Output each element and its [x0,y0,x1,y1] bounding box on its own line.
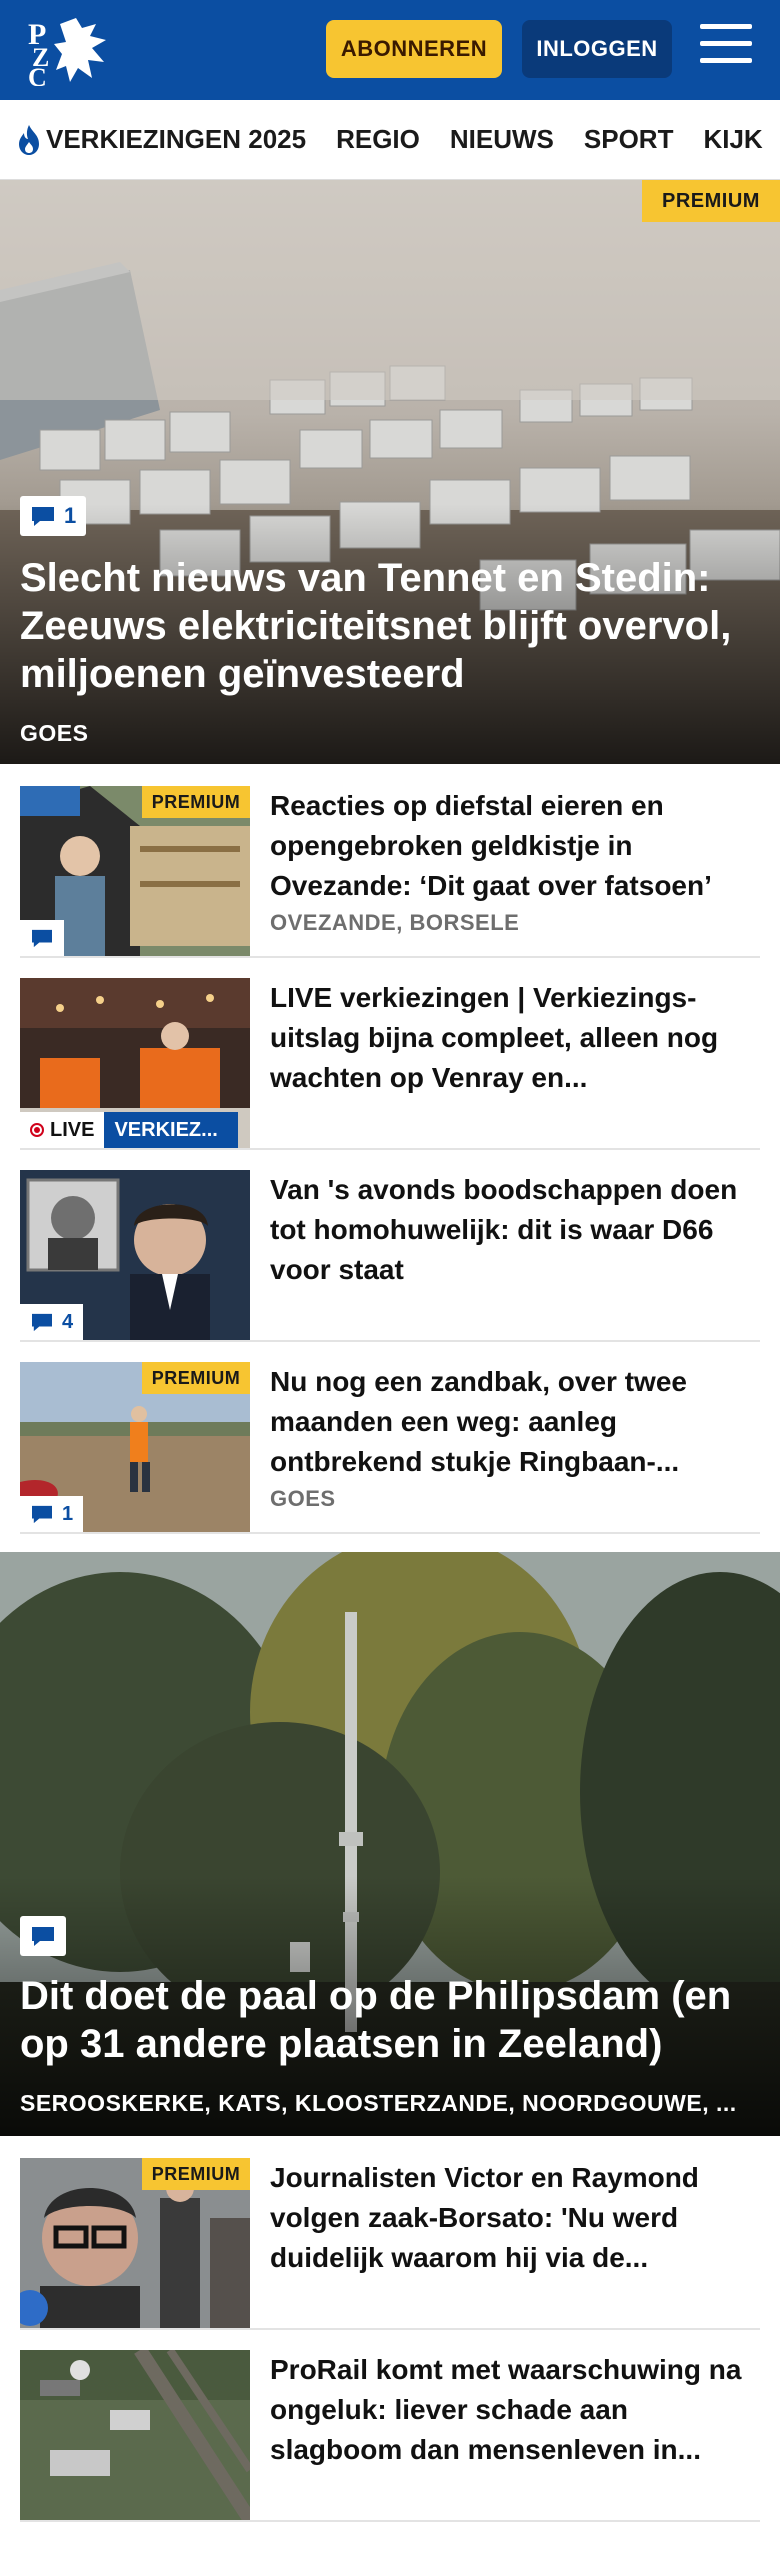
live-dot-icon [30,1123,44,1137]
hero-location: GOES [20,720,89,746]
article-title[interactable]: Reacties op diefstal eieren en opengebro… [270,786,760,906]
hamburger-icon[interactable] [700,24,752,72]
nav-label: NIEUWS [449,124,554,154]
article-thumbnail: 4 [20,1170,250,1340]
nav-item-regio[interactable]: REGIO [336,124,420,155]
nav-item-sport[interactable]: SPORT [584,124,674,155]
nav-label: VERKIEZINGEN 2025 [46,124,307,154]
article-location: GOES [270,1486,336,1511]
article-location: OVEZANDE, BORSELE [270,910,520,935]
premium-badge: PREMIUM [142,1362,250,1394]
article-thumbnail: PREMIUM 1 [20,1362,250,1532]
svg-text:C: C [28,63,47,86]
pzc-logo[interactable]: P Z C [26,14,116,92]
list-item[interactable]: PREMIUM Reacties op diefstal eieren en o… [20,766,760,958]
list-item[interactable]: ProRail komt met waarschuwing na ongeluk… [20,2330,760,2522]
premium-badge: PREMIUM [142,2158,250,2190]
hero-location: SEROOSKERKE, KATS, KLOOSTERZANDE, NOORDG… [20,2090,737,2116]
list-item[interactable]: PREMIUM 1 Nu nog een zandbak, over twee … [20,1342,760,1534]
nav-label: REGIO [336,124,420,154]
article-thumbnail: PREMIUM [20,786,250,956]
list-item[interactable]: PREMIUM Journalisten Victor en Raymond v… [20,2138,760,2330]
list-item[interactable]: 4 Van 's avonds boodschappen doen tot ho… [20,1150,760,1342]
flame-icon [19,124,39,155]
comment-badge [20,920,64,956]
article-title[interactable]: Journalisten Victor en Raymond volgen za… [270,2158,760,2278]
nav-item-verkiezingen[interactable]: VERKIEZINGEN 2025 [16,124,306,156]
comment-icon [32,507,54,526]
article-title[interactable]: Van 's avonds boodschappen doen tot homo… [270,1170,760,1290]
comment-badge: 4 [20,1304,84,1340]
premium-badge: PREMIUM [642,180,780,222]
comment-icon [32,1505,52,1524]
subscribe-button[interactable]: ABONNEREN [326,20,502,78]
nav-item-kijk[interactable]: KIJK [703,124,762,155]
live-bar: LIVE VERKIEZ... [20,1112,239,1148]
list-item[interactable]: LIVE VERKIEZ... LIVE verkiezingen | Verk… [20,958,760,1150]
hero-article[interactable]: Dit doet de paal op de Philipsdam (en op… [0,1552,780,2136]
comment-badge [20,1916,66,1956]
premium-badge: PREMIUM [142,786,250,818]
article-thumbnail [20,2350,250,2520]
article-title[interactable]: ProRail komt met waarschuwing na ongeluk… [270,2350,760,2470]
top-bar: P Z C ABONNEREN INLOGGEN [0,0,780,100]
comment-count: 1 [64,503,77,528]
comment-icon [32,929,52,948]
nav-item-nieuws[interactable]: NIEUWS [450,124,554,155]
nav-label: SPORT [583,124,674,154]
hero-title[interactable]: Dit doet de paal op de Philipsdam (en op… [20,1972,760,2068]
comment-badge: 1 [20,496,87,536]
article-thumbnail: PREMIUM [20,2158,250,2328]
comment-count: 1 [62,1502,74,1525]
article-title[interactable]: LIVE verkiezingen | Verkiezings­uitslag … [270,978,760,1098]
section-nav: VERKIEZINGEN 2025 REGIO NIEUWS SPORT KIJ… [0,100,780,180]
comment-count: 4 [62,1310,74,1333]
nav-label: KIJK [703,124,763,154]
comment-icon [32,1927,54,1946]
category-badge: VERKIEZ... [104,1112,239,1148]
article-thumbnail: LIVE VERKIEZ... [20,978,250,1148]
hero-title[interactable]: Slecht nieuws van Tennet en Stedin: Zeeu… [20,554,760,698]
live-badge: LIVE [20,1112,105,1148]
login-button[interactable]: INLOGGEN [522,20,672,78]
hero-article[interactable]: PREMIUM 1 Slecht nieuws van Tennet en St… [0,180,780,764]
comment-icon [32,1313,52,1332]
article-title[interactable]: Nu nog een zandbak, over twee maanden ee… [270,1362,760,1482]
live-label: LIVE [50,1118,95,1141]
comment-badge: 1 [20,1496,84,1532]
